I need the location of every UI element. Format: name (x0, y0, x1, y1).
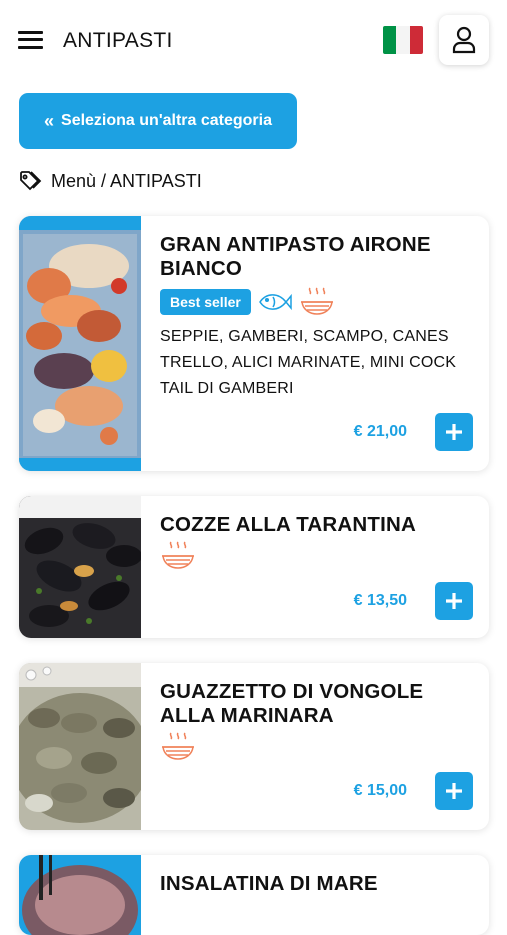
dish-name: INSALATINA DI MARE (160, 872, 378, 895)
hot-dish-icon (162, 541, 194, 569)
dish-image (19, 855, 141, 935)
select-other-category-button[interactable]: « Seleziona un'altra categoria (19, 93, 297, 149)
dish-image (19, 496, 141, 638)
dish-name: GRAN ANTIPASTO AIRONE BIANCO (160, 233, 431, 280)
user-icon (452, 26, 476, 54)
category-button-label: Seleziona un'altra categoria (61, 112, 272, 129)
dish-badges: Best seller (160, 286, 335, 318)
add-to-cart-button[interactable] (435, 413, 473, 451)
best-seller-badge: Best seller (160, 289, 251, 315)
dish-card[interactable]: GRAN ANTIPASTO AIRONE BIANCO Best seller… (19, 216, 489, 471)
app-header: ANTIPASTI (0, 0, 507, 82)
dish-price: € 21,00 (353, 423, 407, 440)
tag-icon (20, 171, 42, 191)
dish-description: SEPPIE, GAMBERI, SCAMPO, CANES TRELLO, A… (160, 328, 457, 397)
hamburger-icon[interactable] (18, 28, 44, 52)
fish-icon (258, 293, 292, 311)
italy-flag-icon[interactable] (383, 26, 423, 54)
dish-price: € 15,00 (353, 782, 407, 799)
double-chevron-left-icon: « (44, 110, 54, 131)
page-title: ANTIPASTI (63, 29, 173, 52)
dish-info: COZZE ALLA TARANTINA € 13,50 (160, 496, 473, 638)
breadcrumb-text: Menù / ANTIPASTI (51, 170, 202, 191)
dish-name: GUAZZETTO DI VONGOLE ALLA MARINARA (160, 680, 424, 727)
dish-info: GRAN ANTIPASTO AIRONE BIANCO Best seller… (160, 216, 473, 471)
add-to-cart-button[interactable] (435, 772, 473, 810)
dish-image (19, 216, 141, 471)
dish-image (19, 663, 141, 830)
dish-card[interactable]: INSALATINA DI MARE (19, 855, 489, 935)
hot-dish-icon (162, 732, 194, 760)
dish-price: € 13,50 (353, 592, 407, 609)
dish-info: GUAZZETTO DI VONGOLE ALLA MARINARA € 15,… (160, 663, 473, 830)
dish-name: COZZE ALLA TARANTINA (160, 513, 417, 536)
plus-icon (446, 424, 462, 440)
dish-card[interactable]: GUAZZETTO DI VONGOLE ALLA MARINARA € 15,… (19, 663, 489, 830)
hot-dish-icon (300, 287, 333, 315)
dish-badges (160, 540, 196, 572)
plus-icon (446, 783, 462, 799)
dish-card[interactable]: COZZE ALLA TARANTINA € 13,50 (19, 496, 489, 638)
add-to-cart-button[interactable] (435, 582, 473, 620)
user-account-button[interactable] (439, 15, 489, 65)
dish-info: INSALATINA DI MARE (160, 855, 473, 935)
plus-icon (446, 593, 462, 609)
breadcrumb: Menù / ANTIPASTI (19, 169, 202, 193)
dish-badges (160, 731, 196, 763)
